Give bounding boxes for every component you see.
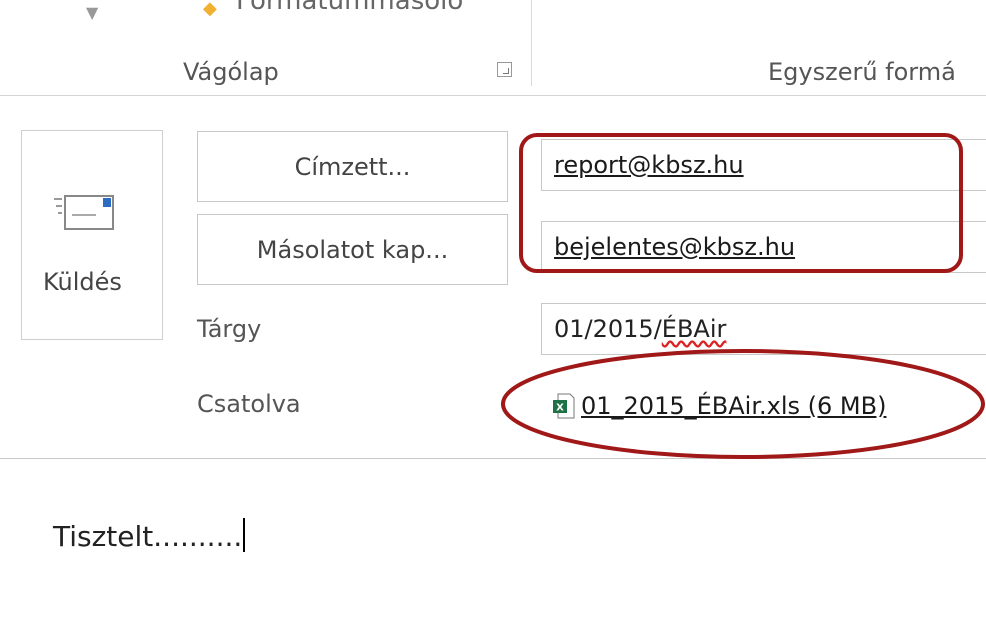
to-button[interactable]: Címzett... (197, 131, 508, 202)
dialog-launcher-icon[interactable] (497, 62, 512, 77)
highlight-attachment-annotation (501, 349, 985, 459)
text-caret (243, 518, 246, 552)
attachment-label: Csatolva (197, 390, 301, 418)
message-body-text[interactable]: Tisztelt.......... (53, 518, 246, 553)
subject-value-misspelled: ÉBAir (661, 315, 727, 343)
send-envelope-icon (54, 195, 114, 230)
ribbon-separator (531, 0, 532, 86)
group-label-basic-text: Egyszerű formá (768, 58, 956, 86)
highlight-recipients-annotation (519, 133, 963, 273)
subject-value-prefix: 01/2015/ (554, 315, 662, 343)
format-painter-icon[interactable]: ◆ (203, 0, 217, 19)
dropdown-arrow-icon[interactable]: ▼ (86, 3, 98, 22)
cc-button[interactable]: Másolatot kap... (197, 214, 508, 285)
send-button-label: Küldés (43, 268, 122, 296)
group-label-clipboard: Vágólap (183, 58, 279, 86)
subject-label: Tárgy (197, 315, 262, 343)
format-painter-button[interactable]: Formátummásoló (236, 0, 463, 16)
send-button[interactable] (21, 130, 163, 340)
ribbon-border (0, 95, 986, 96)
